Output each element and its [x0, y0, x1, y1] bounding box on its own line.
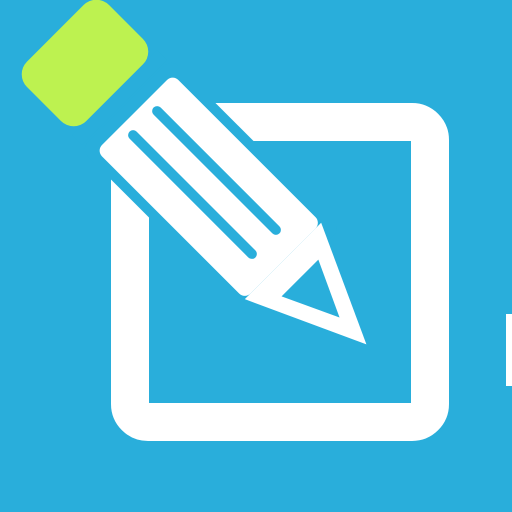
- edge-fragment: [506, 314, 512, 386]
- app-icon: [0, 0, 512, 512]
- edit-icon: [0, 0, 512, 512]
